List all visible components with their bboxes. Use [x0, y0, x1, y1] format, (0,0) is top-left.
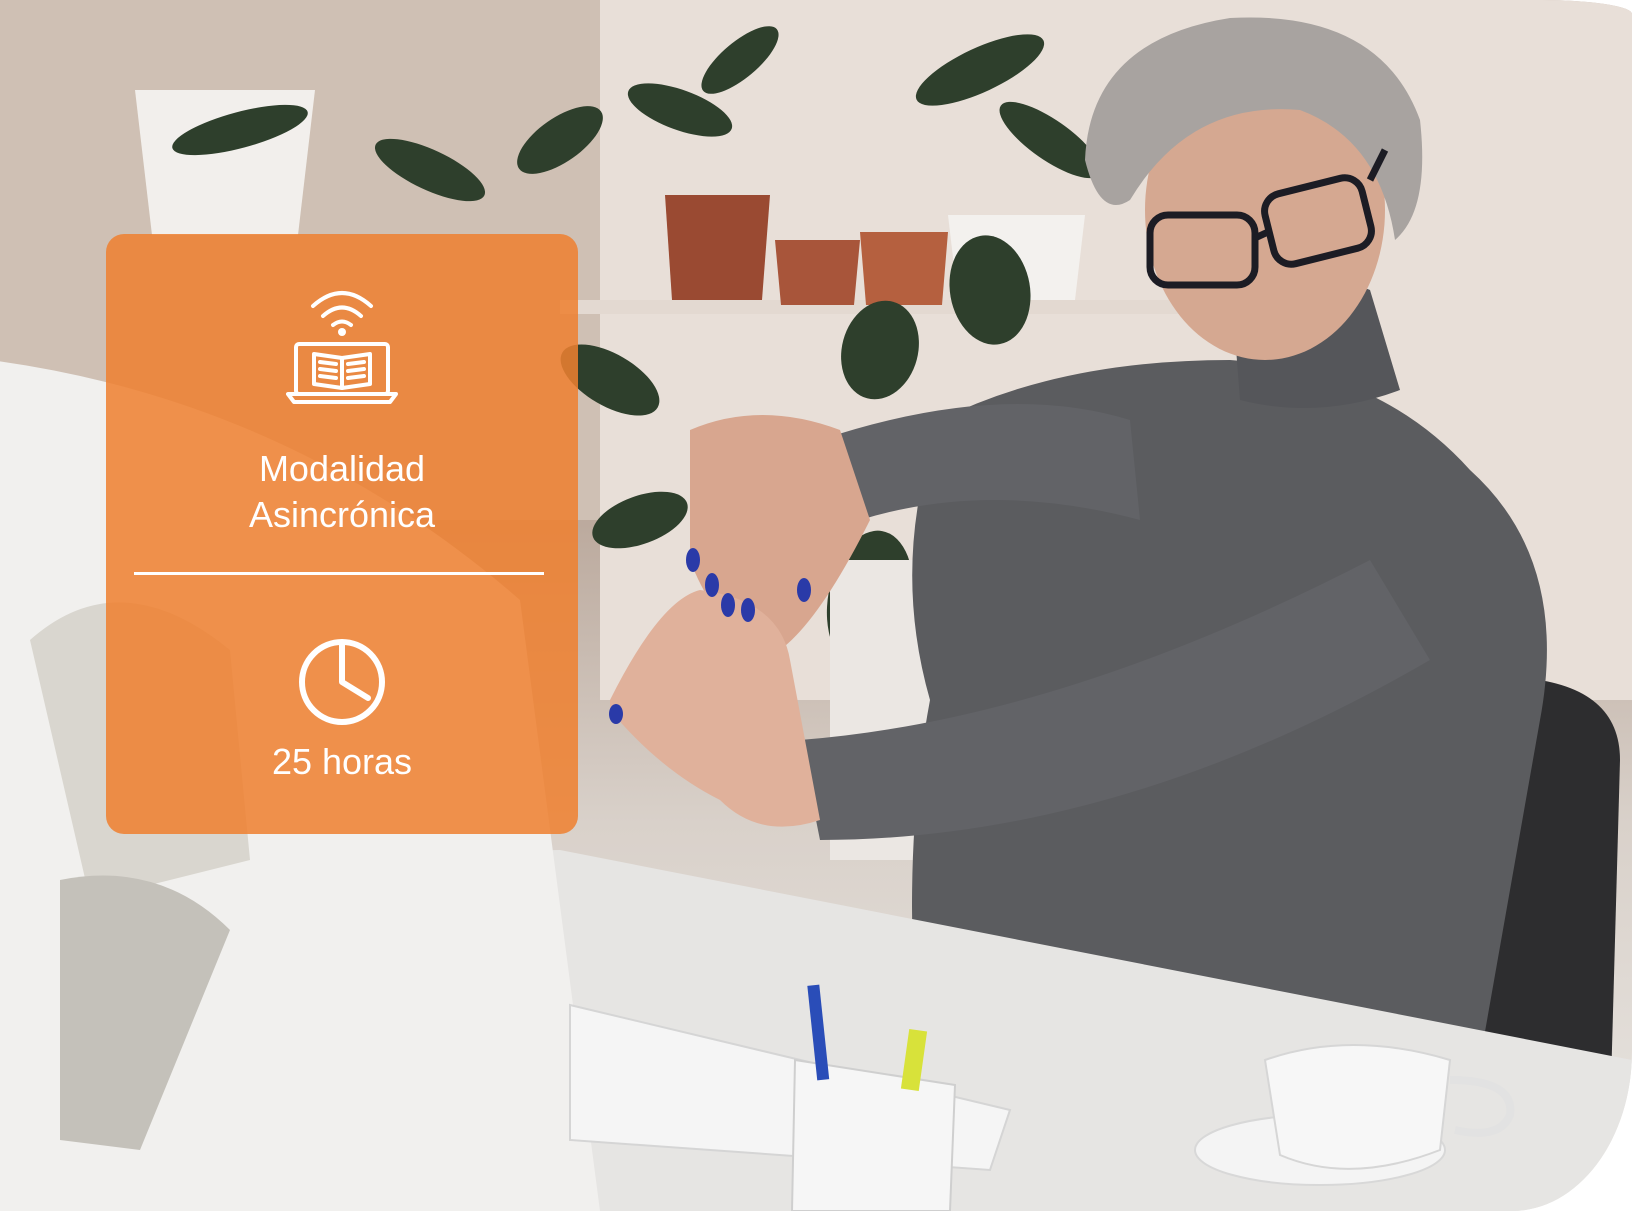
clock-icon [299, 639, 385, 725]
clay-pot-2 [860, 232, 948, 305]
pen-holder [790, 1058, 957, 1211]
duration-icon-wrap [106, 636, 578, 728]
course-info-card: Modalidad Asincrónica 25 horas [106, 234, 578, 834]
clay-pot [665, 195, 770, 300]
modality-label: Modalidad Asincrónica [106, 446, 578, 538]
modality-line-1: Modalidad [258, 448, 426, 489]
modality-line-2: Asincrónica [248, 494, 436, 535]
wifi-laptop-book-icon [286, 291, 398, 404]
modality-icon-wrap [106, 280, 578, 406]
hero-banner: Modalidad Asincrónica 25 horas [0, 0, 1632, 1211]
card-divider [134, 572, 544, 575]
duration-label: 25 horas [271, 741, 413, 782]
clay-pot-small [775, 240, 860, 305]
coffee-cup [1263, 1044, 1452, 1170]
